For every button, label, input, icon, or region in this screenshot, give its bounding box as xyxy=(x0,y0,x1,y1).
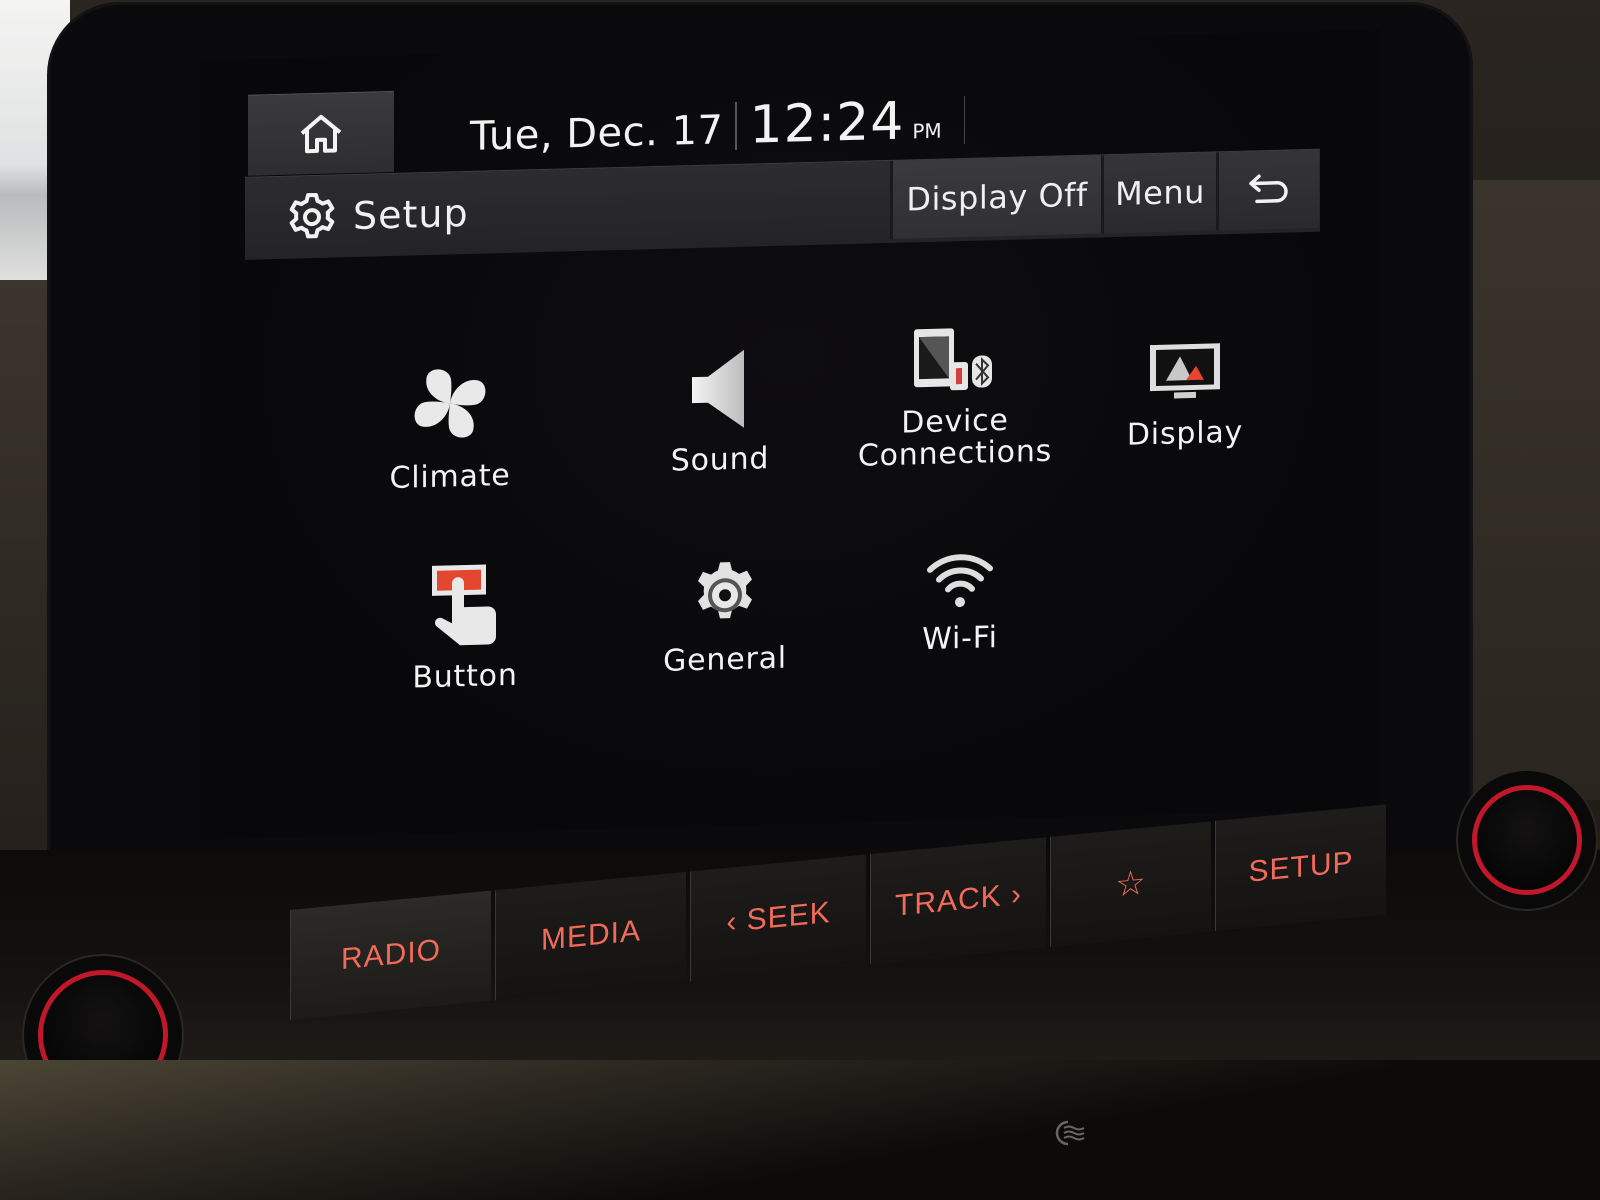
fan-icon xyxy=(414,369,486,438)
radio-button[interactable]: RADIO xyxy=(290,890,491,1020)
setting-label: Climate xyxy=(389,457,511,497)
setting-device-connections[interactable]: Device Connections xyxy=(840,277,1070,474)
ampm-text: PM xyxy=(912,118,942,144)
menu-button[interactable]: Menu xyxy=(1101,152,1216,234)
title-bar: Setup Display Off Menu xyxy=(245,148,1320,260)
setting-label: Device Connections xyxy=(857,402,1053,474)
track-forward-button[interactable]: TRACK › xyxy=(870,837,1046,965)
setting-general[interactable]: General xyxy=(610,483,840,679)
divider xyxy=(963,95,965,145)
setting-button[interactable]: Button xyxy=(350,500,580,696)
wifi-icon xyxy=(927,554,993,608)
setting-display[interactable]: Display xyxy=(1070,257,1300,453)
tune-knob[interactable] xyxy=(1472,785,1582,895)
general-gear-icon xyxy=(698,562,752,619)
settings-grid: Climate Sound Device Connections Display… xyxy=(320,272,1280,717)
setting-sound[interactable]: Sound xyxy=(605,283,835,479)
back-arrow-icon xyxy=(1249,174,1288,204)
home-button[interactable] xyxy=(248,90,394,176)
setting-label: General xyxy=(663,640,787,679)
setting-label: Display xyxy=(1126,414,1244,453)
favorite-star-button[interactable]: ☆ xyxy=(1050,821,1211,947)
device-connections-icon xyxy=(914,328,992,391)
home-icon xyxy=(300,114,342,154)
date-time-display: Tue, Dec. 17 12:24 PM xyxy=(470,90,965,163)
button-press-icon xyxy=(432,564,496,646)
knob-ring xyxy=(1472,785,1582,895)
setting-label: Sound xyxy=(670,441,770,479)
air-recirculation-icon xyxy=(1055,1120,1085,1146)
seek-back-button[interactable]: ‹ SEEK xyxy=(690,854,866,982)
media-button[interactable]: MEDIA xyxy=(495,871,686,1001)
setting-wifi[interactable]: Wi-Fi xyxy=(845,462,1075,658)
speaker-icon xyxy=(692,349,744,428)
page-title: Setup xyxy=(285,172,469,259)
page-title-text: Setup xyxy=(353,190,469,238)
display-off-button[interactable]: Display Off xyxy=(890,155,1101,239)
setup-hard-button[interactable]: SETUP xyxy=(1215,804,1386,931)
monitor-icon xyxy=(1150,343,1220,399)
gear-icon xyxy=(289,192,335,239)
setting-label: Wi-Fi xyxy=(922,620,998,658)
setting-label: Button xyxy=(412,657,518,696)
back-button[interactable] xyxy=(1216,149,1319,231)
divider xyxy=(735,101,738,150)
setting-climate[interactable]: Climate xyxy=(335,300,565,496)
dashboard-trim xyxy=(0,1060,1600,1200)
date-text: Tue, Dec. 17 xyxy=(470,107,724,160)
time-text: 12:24 xyxy=(749,91,905,156)
